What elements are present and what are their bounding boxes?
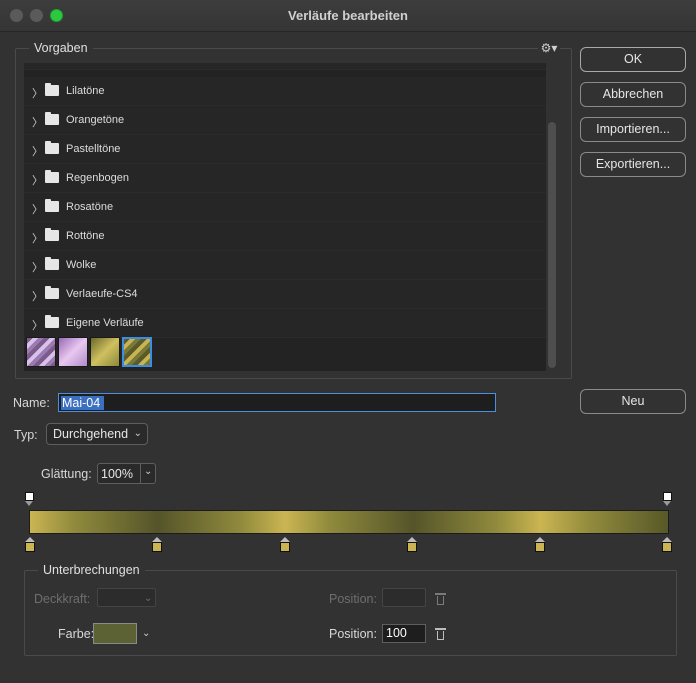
color-stop-swatch (407, 542, 417, 552)
name-label: Name: (13, 396, 50, 410)
color-stop-swatch (662, 542, 672, 552)
color-stop-selected[interactable] (662, 537, 672, 553)
smoothing-label: Glättung: (41, 467, 92, 481)
opacity-label: Deckkraft: (34, 592, 91, 606)
gradient-swatch-selected[interactable] (122, 337, 152, 367)
window-title: Verläufe bearbeiten (288, 8, 408, 23)
gradient-swatch[interactable] (58, 337, 88, 367)
opacity-stop-pointer (663, 501, 671, 506)
type-value: Durchgehend (53, 427, 129, 441)
folder-icon (45, 257, 59, 270)
folder-label: Pastelltöne (66, 143, 121, 155)
name-input[interactable] (58, 393, 496, 412)
smoothing-divider (140, 464, 141, 483)
preset-folder-rosatoene[interactable]: 〉 Rosatöne (24, 193, 546, 222)
preset-folder-wolke[interactable]: 〉 Wolke (24, 251, 546, 280)
presets-label: Vorgaben (29, 41, 93, 55)
color-stop-swatch (535, 542, 545, 552)
name-value[interactable]: Mai-04 (62, 396, 100, 410)
cancel-button[interactable]: Abbrechen (580, 82, 686, 107)
chevron-down-icon: ⌄ (144, 593, 153, 604)
chevron-down-icon[interactable]: 〉 (32, 317, 43, 333)
color-stop-swatch (280, 542, 290, 552)
color-stop-swatch (152, 542, 162, 552)
title-bar: Verläufe bearbeiten (0, 0, 696, 32)
presets-group: Vorgaben ⚙▾ 〉 〉 Lilatöne 〉 Orangetöne 〉 … (15, 41, 572, 379)
chevron-right-icon[interactable]: 〉 (32, 259, 43, 275)
opacity-stop-square (25, 492, 34, 501)
opacity-position-label: Position: (329, 592, 377, 606)
color-stop[interactable] (25, 537, 35, 553)
folder-icon (45, 112, 59, 125)
chevron-right-icon[interactable]: 〉 (32, 114, 43, 130)
new-button[interactable]: Neu (580, 389, 686, 414)
folder-icon (45, 315, 59, 328)
folder-icon (45, 83, 59, 96)
folder-label: Verlaeufe-CS4 (66, 288, 138, 300)
gradient-preview-bar[interactable] (29, 510, 669, 534)
import-button[interactable]: Importieren... (580, 117, 686, 142)
color-stop[interactable] (535, 537, 545, 553)
folder-icon (45, 141, 59, 154)
color-swatch[interactable] (93, 623, 137, 644)
folder-icon (45, 170, 59, 183)
color-position-input[interactable]: 100 (382, 624, 426, 643)
opacity-position-input (382, 588, 426, 607)
presets-scrollbar[interactable] (548, 122, 556, 368)
color-label: Farbe: (58, 627, 95, 641)
chevron-right-icon[interactable]: 〉 (32, 63, 43, 65)
chevron-right-icon[interactable]: 〉 (32, 201, 43, 217)
folder-label: Rottöne (66, 230, 105, 242)
gradient-swatch[interactable] (26, 337, 56, 367)
preset-folder-lilatoene[interactable]: 〉 Lilatöne (24, 77, 546, 106)
ok-button[interactable]: OK (580, 47, 686, 72)
chevron-down-icon[interactable]: ⌄ (144, 466, 152, 477)
chevron-right-icon[interactable]: 〉 (32, 172, 43, 188)
smoothing-value[interactable]: 100% (101, 467, 133, 481)
opacity-stop-left[interactable] (25, 492, 34, 508)
folder-icon (45, 199, 59, 212)
preset-folder-orangetoene[interactable]: 〉 Orangetöne (24, 106, 546, 135)
chevron-right-icon[interactable]: 〉 (32, 143, 43, 159)
folder-label: Regenbogen (66, 172, 130, 184)
gradient-swatches (26, 337, 326, 369)
type-label: Typ: (14, 428, 38, 442)
type-select[interactable]: Durchgehend ⌄ (46, 423, 148, 445)
folder-label: Lilatöne (66, 85, 105, 97)
folder-label: Rosatöne (66, 201, 114, 213)
folder-icon (45, 286, 59, 299)
chevron-right-icon[interactable]: 〉 (32, 85, 43, 101)
delete-opacity-stop-icon (435, 592, 446, 605)
folder-label: Eigene Verläufe (66, 317, 144, 329)
chevron-right-icon[interactable]: 〉 (32, 230, 43, 246)
presets-list[interactable]: 〉 〉 Lilatöne 〉 Orangetöne 〉 Pastelltöne … (24, 63, 546, 371)
gradient-swatch[interactable] (90, 337, 120, 367)
color-stop[interactable] (152, 537, 162, 553)
color-stop[interactable] (407, 537, 417, 553)
opacity-stop-square (663, 492, 672, 501)
stops-label: Unterbrechungen (38, 563, 145, 577)
preset-folder-rottoene[interactable]: 〉 Rottöne (24, 222, 546, 251)
delete-color-stop-icon[interactable] (435, 627, 446, 640)
folder-label: Orangetöne (66, 114, 125, 126)
export-button[interactable]: Exportieren... (580, 152, 686, 177)
color-stop[interactable] (280, 537, 290, 553)
chevron-right-icon[interactable]: 〉 (32, 288, 43, 304)
color-position-label: Position: (329, 627, 377, 641)
folder-label: Wolke (66, 259, 97, 271)
preset-folder-verlaeufe-cs4[interactable]: 〉 Verlaeufe-CS4 (24, 280, 546, 309)
folder-icon (45, 228, 59, 241)
opacity-stop-pointer (25, 501, 33, 506)
color-stop-swatch (25, 542, 35, 552)
preset-folder-regenbogen[interactable]: 〉 Regenbogen (24, 164, 546, 193)
preset-folder-pastelltoene[interactable]: 〉 Pastelltöne (24, 135, 546, 164)
opacity-stop-right[interactable] (663, 492, 672, 508)
preset-folder-eigene-verlaeufe[interactable]: 〉 Eigene Verläufe (24, 309, 546, 338)
chevron-down-icon[interactable]: ⌄ (142, 628, 150, 639)
chevron-down-icon: ⌄ (133, 428, 142, 439)
preset-folder[interactable]: 〉 (24, 63, 546, 70)
gear-icon[interactable]: ⚙▾ (538, 41, 560, 55)
